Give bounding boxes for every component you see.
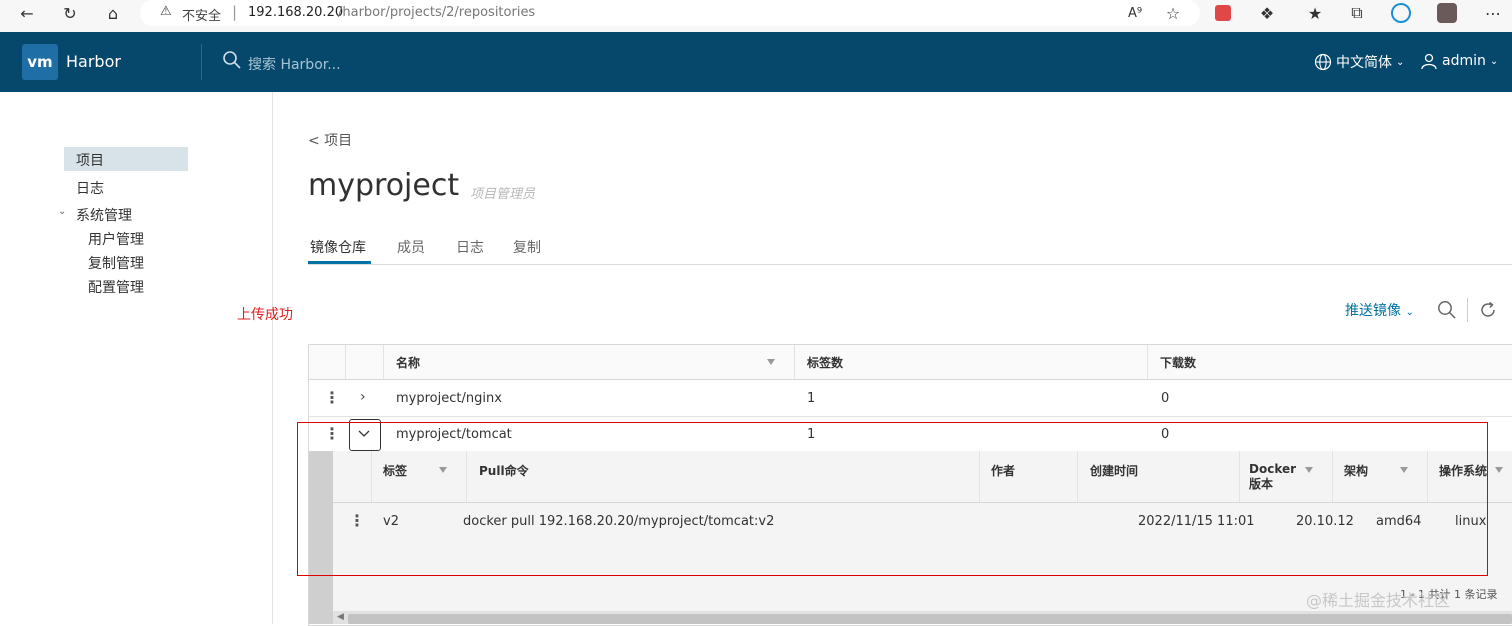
filter-icon[interactable] (767, 359, 775, 365)
more-icon[interactable]: ⋯ (1480, 0, 1506, 26)
column-header-tags[interactable]: 标签数 (807, 354, 843, 371)
tab-members[interactable]: 成员 (397, 237, 425, 257)
column-divider (345, 345, 346, 379)
upload-success-annotation: 上传成功 (237, 307, 293, 323)
sidebar-item-logs[interactable]: 日志 (76, 178, 104, 198)
edge-icon[interactable] (1388, 0, 1414, 26)
language-label: 中文简体 (1336, 55, 1392, 71)
highlight-annotation-box (297, 422, 1488, 576)
chevron-down-icon[interactable]: ⌄ (58, 206, 66, 217)
extension-red-icon[interactable] (1210, 0, 1236, 26)
username: admin (1442, 53, 1486, 69)
sidebar-item-admin[interactable]: 系统管理 (76, 205, 132, 225)
sidebar-item-users[interactable]: 用户管理 (88, 229, 144, 249)
column-divider (1147, 345, 1148, 379)
chevron-down-icon: ⌄ (1405, 307, 1414, 318)
favorites-icon[interactable]: ★ (1302, 0, 1328, 26)
row-actions-icon[interactable]: ⋮ (324, 388, 340, 407)
tab-logs[interactable]: 日志 (456, 237, 484, 257)
brand-name[interactable]: Harbor (66, 52, 121, 71)
profile-avatar-icon[interactable] (1434, 0, 1460, 26)
favorite-add-icon[interactable]: ☆ (1160, 0, 1186, 26)
column-divider (383, 345, 384, 379)
language-selector[interactable]: 中文简体 ⌄ (1314, 52, 1404, 72)
read-aloud-icon[interactable]: A⁹ (1122, 0, 1148, 26)
collections-icon[interactable]: ⧉ (1344, 0, 1370, 26)
home-icon[interactable]: ⌂ (100, 0, 126, 26)
vm-logo[interactable]: vm (22, 44, 58, 80)
chevron-down-icon: ⌄ (1489, 55, 1499, 67)
column-divider (794, 345, 795, 379)
globe-icon (1314, 53, 1332, 71)
filter-icon[interactable] (1495, 467, 1503, 473)
page-title: myproject (308, 168, 460, 203)
row-divider (309, 416, 1512, 417)
repo-pull-count: 0 (1161, 391, 1170, 406)
watermark: @稀土掘金技术社区 (1306, 591, 1451, 610)
chevron-right-icon[interactable]: › (360, 389, 366, 405)
push-image-button[interactable]: 推送镜像 ⌄ (1345, 300, 1414, 320)
scrollbar-thumb[interactable] (348, 614, 1512, 624)
warning-icon: ⚠ (160, 4, 172, 19)
scroll-left-icon[interactable]: ◀ (337, 612, 344, 622)
insecure-label: 不安全 (182, 9, 222, 24)
grid-header (309, 345, 1512, 380)
address-separator: | (232, 3, 238, 21)
repo-tag-count: 1 (807, 391, 816, 406)
user-icon (1421, 53, 1437, 70)
search-icon[interactable] (1437, 300, 1457, 320)
chevron-down-icon: ⌄ (1396, 56, 1405, 68)
role-label: 项目管理员 (470, 187, 536, 202)
search-icon[interactable] (222, 50, 242, 70)
column-header-name[interactable]: 名称 (396, 354, 420, 371)
tabs-divider (308, 264, 1512, 265)
sidebar-item-configuration[interactable]: 配置管理 (88, 277, 144, 297)
sidebar-item-projects[interactable]: 项目 (76, 150, 104, 170)
url-host: 192.168.20.20 (248, 5, 344, 20)
repo-name-link[interactable]: myproject/nginx (396, 391, 502, 406)
reload-icon[interactable]: ↻ (57, 0, 83, 26)
breadcrumb[interactable]: < 项目 (308, 130, 352, 150)
sidebar-item-replication[interactable]: 复制管理 (88, 253, 144, 273)
column-header-pulls[interactable]: 下载数 (1160, 354, 1196, 371)
global-search-input[interactable]: 搜索 Harbor... (248, 54, 341, 74)
url-path: /harbor/projects/2/repositories (338, 5, 536, 20)
toolbar-divider (1467, 298, 1468, 322)
user-menu[interactable]: admin ⌄ (1420, 52, 1498, 70)
active-tab-indicator (308, 261, 371, 264)
extensions-icon[interactable]: ❖ (1254, 0, 1280, 26)
back-icon[interactable]: ← (14, 0, 40, 26)
header-divider (201, 44, 202, 80)
refresh-icon[interactable] (1478, 300, 1498, 320)
push-image-label: 推送镜像 (1345, 303, 1401, 319)
tab-repositories[interactable]: 镜像仓库 (310, 237, 366, 257)
tab-replication[interactable]: 复制 (513, 237, 541, 257)
sidebar (0, 92, 273, 624)
